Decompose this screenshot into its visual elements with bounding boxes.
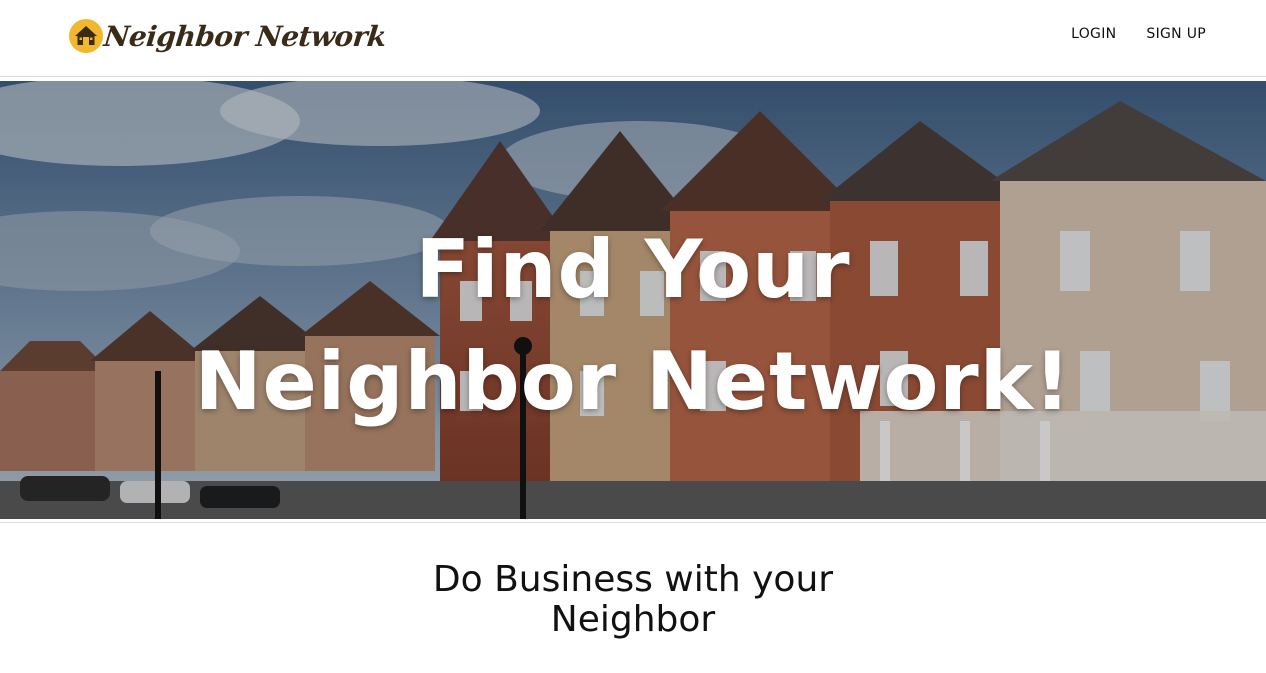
hero-title: Find Your Neighbor Network! xyxy=(0,214,1266,438)
site-header: Neighbor Network LOGIN SIGN UP xyxy=(0,0,1266,77)
login-link[interactable]: LOGIN xyxy=(1071,24,1116,44)
hero-banner: Find Your Neighbor Network! xyxy=(0,81,1266,519)
brand-logo-link[interactable]: Neighbor Network xyxy=(68,13,388,59)
hero-title-line-1: Find Your xyxy=(415,223,851,316)
section-divider xyxy=(0,522,1266,523)
hero-title-line-2: Neighbor Network! xyxy=(194,335,1072,428)
top-nav: LOGIN SIGN UP xyxy=(1071,24,1206,44)
signup-link[interactable]: SIGN UP xyxy=(1146,24,1206,44)
brand-name: Neighbor Network xyxy=(102,19,388,53)
intro-section: Do Business with your Neighbor xyxy=(0,560,1266,640)
house-icon xyxy=(69,19,103,53)
section-heading: Do Business with your Neighbor xyxy=(432,559,834,640)
